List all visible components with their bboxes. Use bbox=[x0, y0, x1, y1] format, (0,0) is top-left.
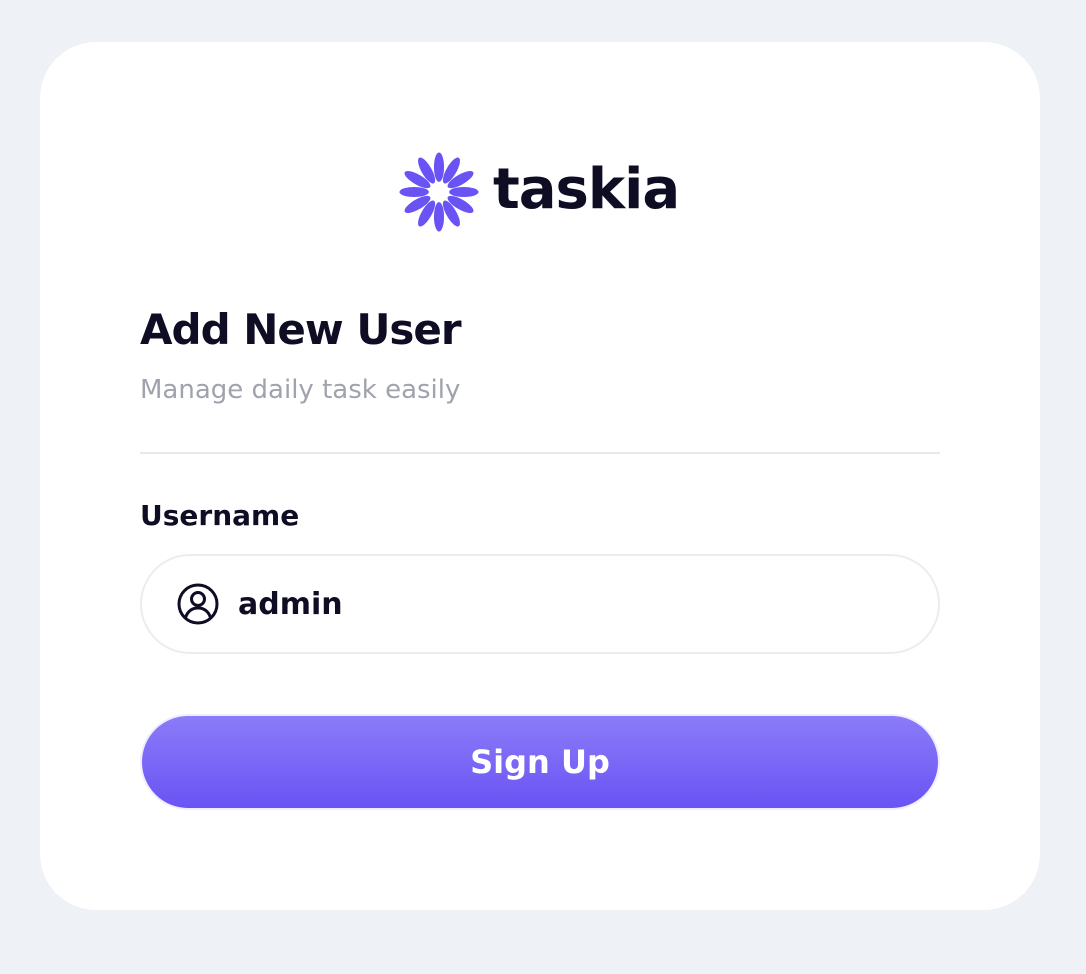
divider bbox=[140, 452, 940, 454]
flower-icon bbox=[399, 152, 479, 232]
flower-petal bbox=[433, 202, 445, 232]
flower-petal bbox=[433, 152, 445, 182]
page-subtitle: Manage daily task easily bbox=[140, 375, 461, 405]
page-title: Add New User bbox=[140, 305, 462, 354]
username-label: Username bbox=[140, 499, 300, 532]
username-input[interactable] bbox=[238, 574, 898, 634]
signup-card: taskia Add New User Manage daily task ea… bbox=[40, 42, 1040, 910]
flower-petal bbox=[399, 186, 429, 198]
username-field[interactable] bbox=[140, 554, 940, 654]
brand-name: taskia bbox=[493, 157, 680, 222]
user-circle-icon bbox=[177, 583, 219, 625]
flower-petal bbox=[449, 186, 479, 198]
brand-logo: taskia bbox=[393, 144, 680, 240]
sign-up-button[interactable]: Sign Up bbox=[140, 714, 940, 810]
